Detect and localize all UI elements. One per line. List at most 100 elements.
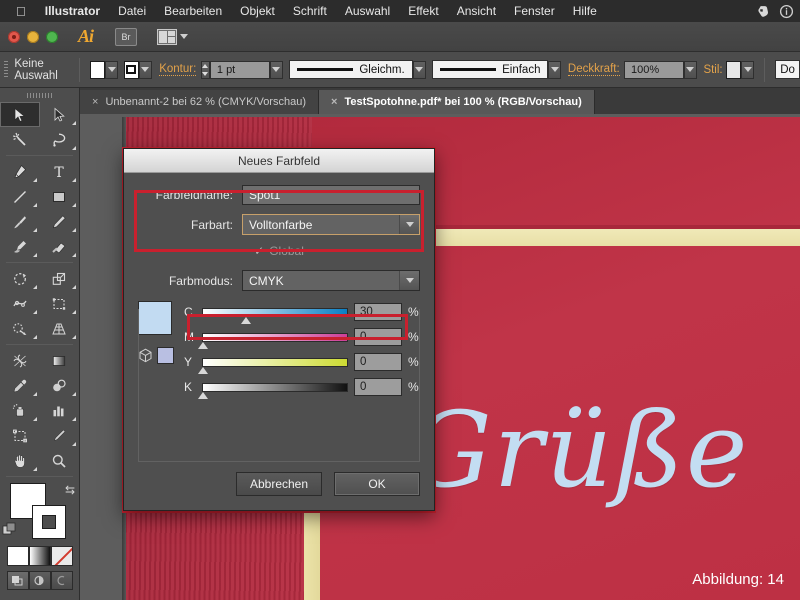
menu-item-auswahl[interactable]: Auswahl <box>336 4 399 18</box>
slice-tool[interactable] <box>40 423 80 448</box>
brush-definition-field[interactable]: Einfach <box>432 60 548 79</box>
tools-panel-gripper[interactable] <box>27 93 53 98</box>
stroke-profile-dropdown[interactable] <box>413 61 426 79</box>
menu-item-ansicht[interactable]: Ansicht <box>448 4 505 18</box>
apple-icon[interactable]:  <box>0 5 36 18</box>
rotate-tool[interactable] <box>0 266 40 291</box>
eraser-tool[interactable] <box>40 234 80 259</box>
direct-selection-tool[interactable] <box>40 102 80 127</box>
go-to-bridge-button[interactable]: Br <box>115 28 137 46</box>
evernote-icon[interactable] <box>756 4 771 19</box>
zoom-tool[interactable] <box>40 448 80 473</box>
color-mode-select[interactable]: CMYK <box>242 270 420 291</box>
ok-button[interactable]: OK <box>334 472 420 496</box>
free-transform-tool[interactable] <box>40 291 80 316</box>
full-screen-with-menubar-button[interactable] <box>29 571 51 590</box>
menu-item-schrift[interactable]: Schrift <box>284 4 336 18</box>
slider-value-k[interactable]: 0 <box>354 378 402 396</box>
close-icon[interactable]: × <box>92 96 98 108</box>
global-checkbox[interactable]: ✓ <box>254 244 264 258</box>
none-button[interactable] <box>51 546 73 566</box>
menu-item-fenster[interactable]: Fenster <box>505 4 564 18</box>
default-fill-stroke-icon[interactable] <box>2 522 18 543</box>
menu-item-bearbeiten[interactable]: Bearbeiten <box>155 4 231 18</box>
fill-swatch-dropdown[interactable] <box>105 61 118 79</box>
slider-thumb-c[interactable] <box>241 317 251 324</box>
menu-item-effekt[interactable]: Effekt <box>399 4 447 18</box>
rectangle-tool[interactable] <box>40 184 80 209</box>
selection-tool[interactable] <box>0 102 40 127</box>
swatch-name-input[interactable]: Spot1 <box>242 185 420 205</box>
brush-definition-dropdown[interactable] <box>548 61 561 79</box>
slider-value-m[interactable]: 0 <box>354 328 402 346</box>
chevron-down-icon[interactable] <box>399 215 419 234</box>
opacity-field[interactable]: 100% <box>624 61 684 79</box>
new-swatch-dialog[interactable]: Neues Farbfeld Farbfeldname: Spot1 Farba… <box>123 148 435 511</box>
stroke-weight-label[interactable]: Kontur: <box>159 63 196 76</box>
menu-item-objekt[interactable]: Objekt <box>231 4 284 18</box>
menu-item-hilfe[interactable]: Hilfe <box>564 4 606 18</box>
scale-tool[interactable] <box>40 266 80 291</box>
control-bar-gripper[interactable] <box>4 61 8 79</box>
pen-tool[interactable] <box>0 159 40 184</box>
artboard-tool[interactable] <box>0 423 40 448</box>
normal-screen-mode-button[interactable] <box>7 571 29 590</box>
stroke-color-swatch[interactable] <box>124 61 139 79</box>
column-graph-tool[interactable] <box>40 398 80 423</box>
graphic-style-swatch[interactable] <box>726 61 741 79</box>
gradient-button[interactable] <box>29 546 51 566</box>
close-icon[interactable]: × <box>331 96 337 108</box>
gradient-tool[interactable] <box>40 348 80 373</box>
slider-thumb-y[interactable] <box>198 367 208 374</box>
lasso-tool[interactable] <box>40 127 80 152</box>
stroke-profile-field[interactable]: Gleichm. <box>289 60 412 79</box>
color-type-select[interactable]: Volltonfarbe <box>242 214 420 235</box>
hand-tool[interactable] <box>0 448 40 473</box>
menu-item-datei[interactable]: Datei <box>109 4 155 18</box>
mesh-tool[interactable] <box>0 348 40 373</box>
slider-thumb-k[interactable] <box>198 392 208 399</box>
info-icon[interactable] <box>779 4 794 19</box>
shape-builder-tool[interactable] <box>0 316 40 341</box>
pencil-tool[interactable] <box>40 209 80 234</box>
menu-item-illustrator[interactable]: Illustrator <box>36 4 109 18</box>
swap-fill-stroke-icon[interactable]: ⇆ <box>65 483 75 497</box>
eyedropper-tool[interactable] <box>0 373 40 398</box>
arrange-documents-button[interactable] <box>157 29 188 45</box>
minimize-button[interactable] <box>27 31 39 43</box>
document-setup-button[interactable]: Do <box>775 60 800 79</box>
magic-wand-tool[interactable] <box>0 127 40 152</box>
stroke-weight-field[interactable]: 1 pt <box>210 61 270 79</box>
slider-track-m[interactable] <box>202 333 348 342</box>
web-safe-color-swatch[interactable] <box>157 347 174 364</box>
chevron-down-icon[interactable] <box>399 271 419 290</box>
full-screen-mode-button[interactable] <box>51 571 73 590</box>
line-segment-tool[interactable] <box>0 184 40 209</box>
web-safe-cube-icon[interactable] <box>138 348 153 363</box>
slider-track-k[interactable] <box>202 383 348 392</box>
document-tab-testspot[interactable]: × TestSpotohne.pdf* bei 100 % (RGB/Vorsc… <box>319 90 595 114</box>
close-button[interactable] <box>8 31 20 43</box>
opacity-dropdown[interactable] <box>684 61 697 79</box>
stroke-swatch-dropdown[interactable] <box>139 61 152 79</box>
stroke-weight-dropdown[interactable] <box>270 61 283 79</box>
blob-brush-tool[interactable] <box>0 234 40 259</box>
document-tab-unbenannt[interactable]: × Unbenannt-2 bei 62 % (CMYK/Vorschau) <box>80 90 319 114</box>
slider-value-y[interactable]: 0 <box>354 353 402 371</box>
blend-tool[interactable] <box>40 373 80 398</box>
symbol-sprayer-tool[interactable] <box>0 398 40 423</box>
cancel-button[interactable]: Abbrechen <box>236 472 322 496</box>
slider-thumb-m[interactable] <box>198 342 208 349</box>
width-tool[interactable] <box>0 291 40 316</box>
fill-color-swatch[interactable] <box>90 61 105 79</box>
opacity-label[interactable]: Deckkraft: <box>568 63 620 76</box>
stroke-color-proxy[interactable] <box>32 505 66 539</box>
slider-track-y[interactable] <box>202 358 348 367</box>
perspective-grid-tool[interactable] <box>40 316 80 341</box>
graphic-style-dropdown[interactable] <box>741 61 754 79</box>
type-tool[interactable]: T <box>40 159 80 184</box>
color-button[interactable] <box>7 546 29 566</box>
stroke-weight-stepper[interactable] <box>201 61 210 79</box>
slider-value-c[interactable]: 30 <box>354 303 402 321</box>
slider-track-c[interactable] <box>202 308 348 317</box>
